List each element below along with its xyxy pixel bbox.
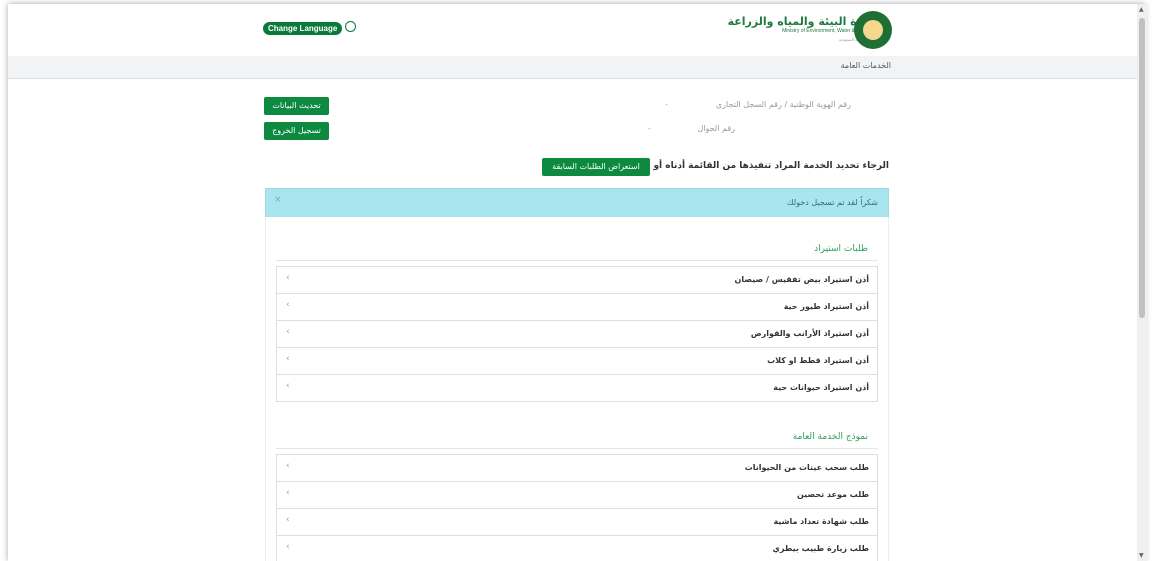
page-frame: Change Language وزارة البيئة والمياه وال… xyxy=(8,4,1145,561)
services-panel: طلبات استيراد أذن استيراد بيض تفقيس / صي… xyxy=(265,217,889,561)
breadcrumb: الخدمات العامة xyxy=(840,61,891,70)
list-item[interactable]: طلب موعد تحصين ‹ xyxy=(277,482,877,509)
chevron-left-icon: ‹ xyxy=(286,488,290,498)
item-label: أذن استيراد طيور حية xyxy=(783,302,869,311)
ministry-emblem-icon xyxy=(854,11,892,49)
previous-requests-button[interactable]: استعراض الطلبات السابقة xyxy=(542,158,650,176)
list-item[interactable]: طلب زيارة طبيب بيطري ‹ xyxy=(277,536,877,561)
list-item[interactable]: أذن استيراد حيوانات حية ‹ xyxy=(277,375,877,401)
general-service-list: طلب سحب عينات من الحيوانات ‹ طلب موعد تحص… xyxy=(276,454,878,561)
chevron-left-icon: ‹ xyxy=(286,515,290,525)
chevron-left-icon: ‹ xyxy=(286,461,290,471)
service-selection-prompt: الرجاء تحديد الخدمة المراد تنفيذها من ال… xyxy=(653,161,889,171)
item-label: أذن استيراد بيض تفقيس / صيصان xyxy=(734,275,869,284)
import-requests-list: أذن استيراد بيض تفقيس / صيصان ‹ أذن استير… xyxy=(276,266,878,402)
logout-button[interactable]: تسجيل الخروج xyxy=(264,122,329,140)
chevron-left-icon: ‹ xyxy=(286,354,290,364)
mobile-label: رقم الجوال xyxy=(697,124,735,133)
list-item[interactable]: طلب شهادة تعداد ماشية ‹ xyxy=(277,509,877,536)
globe-icon[interactable] xyxy=(345,21,356,32)
chevron-left-icon: ‹ xyxy=(286,542,290,552)
item-label: أذن استيراد قطط او كلاب xyxy=(767,356,869,365)
site-header: Change Language وزارة البيئة والمياه وال… xyxy=(8,4,1145,57)
close-icon[interactable]: × xyxy=(274,195,282,205)
item-label: أذن استيراد الأرانب والقوارض xyxy=(750,329,869,338)
mobile-value: - xyxy=(648,124,651,133)
item-label: طلب سحب عينات من الحيوانات xyxy=(744,463,869,472)
section-divider xyxy=(276,448,878,449)
section-title-general: نموذج الخدمة العامة xyxy=(792,432,868,442)
chevron-left-icon: ‹ xyxy=(286,381,290,391)
item-label: طلب زيارة طبيب بيطري xyxy=(772,544,869,553)
scroll-down-arrow-icon[interactable]: ▼ xyxy=(1139,552,1144,559)
item-label: طلب شهادة تعداد ماشية xyxy=(773,517,869,526)
scroll-up-arrow-icon[interactable]: ▲ xyxy=(1139,6,1144,13)
id-number-label: رقم الهوية الوطنية / رقم السجل التجاري xyxy=(715,100,851,109)
section-divider xyxy=(276,260,878,261)
section-title-import: طلبات استيراد xyxy=(814,244,868,254)
update-data-button[interactable]: تحديث البيانات xyxy=(264,97,329,115)
list-item[interactable]: طلب سحب عينات من الحيوانات ‹ xyxy=(277,455,877,482)
list-item[interactable]: أذن استيراد قطط او كلاب ‹ xyxy=(277,348,877,375)
id-number-value: - xyxy=(665,100,668,109)
list-item[interactable]: أذن استيراد طيور حية ‹ xyxy=(277,294,877,321)
change-language-button[interactable]: Change Language xyxy=(263,22,343,35)
list-item[interactable]: أذن استيراد الأرانب والقوارض ‹ xyxy=(277,321,877,348)
login-success-alert: × شكراً لقد تم تسجيل دخولك xyxy=(265,188,889,219)
chevron-left-icon: ‹ xyxy=(286,273,290,283)
list-item[interactable]: أذن استيراد بيض تفقيس / صيصان ‹ xyxy=(277,267,877,294)
alert-message: شكراً لقد تم تسجيل دخولك xyxy=(787,198,878,207)
scrollbar-thumb[interactable] xyxy=(1139,18,1145,318)
item-label: طلب موعد تحصين xyxy=(796,490,869,499)
chevron-left-icon: ‹ xyxy=(286,300,290,310)
chevron-left-icon: ‹ xyxy=(286,327,290,337)
item-label: أذن استيراد حيوانات حية xyxy=(773,383,869,392)
breadcrumb-bar: الخدمات العامة xyxy=(8,56,1145,79)
vertical-scrollbar[interactable]: ▲ ▼ xyxy=(1137,4,1147,561)
